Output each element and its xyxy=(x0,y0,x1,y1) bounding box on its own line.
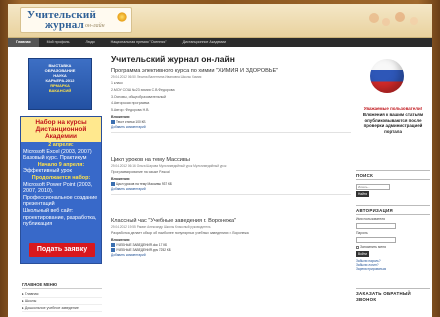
nav-item-3[interactable]: Национальная премия "Осенняя" xyxy=(103,38,175,47)
article-post: Классный час "Учебные заведения г. Ворон… xyxy=(111,218,351,258)
attachment-name: УЧЕБНЫЕ ЗАВЕДЕНИЯ.doc 17 КБ xyxy=(116,242,168,247)
academy-courses-banner[interactable]: Набор на курсы Дистанционной Академии 2 … xyxy=(20,116,102,264)
nav-item-1[interactable]: Мой профиль xyxy=(39,38,78,47)
academy-banner-line: 2 апреля: xyxy=(48,142,74,148)
academy-banner-heading: Набор на курсы Дистанционной Академии xyxy=(21,117,101,142)
logo-spark-icon xyxy=(117,12,127,22)
main-menu: ▸ Главная ▸ Школы ▸ Дошкольное учебное зав… xyxy=(22,291,102,312)
file-icon xyxy=(111,247,115,252)
academy-banner-line: Microsoft Excel (2003, 2007) Базовый кур… xyxy=(23,148,92,162)
add-comment-link[interactable]: Добавить комментарий xyxy=(111,187,351,192)
nav-item-0[interactable]: Главная xyxy=(8,38,39,47)
callback-title: ЗАКАЗАТЬ ОБРАТНЫЙ ЗВОНОК xyxy=(356,291,412,302)
russian-flag-ball-icon xyxy=(370,59,404,93)
header-flowers-decoration xyxy=(369,12,418,26)
remember-checkbox[interactable] xyxy=(356,245,359,249)
notice-box: Уважаемые пользователи! Вложения к вашим … xyxy=(356,106,430,135)
academy-banner-line: Продолжается набор: xyxy=(31,174,91,181)
main-nav: Главная Мой профиль Люди Национальная преми… xyxy=(8,38,432,47)
password-label: Пароль xyxy=(356,231,368,235)
attachment-name: Цикл уроков на тему Массивы 937 КБ xyxy=(116,181,172,186)
username-field[interactable] xyxy=(356,223,396,229)
main-menu-item[interactable]: ▸ Главная xyxy=(22,291,102,298)
nav-item-2[interactable]: Люди xyxy=(78,38,103,47)
main-menu-item[interactable]: ▸ Дошкольное учебное заведение xyxy=(22,305,102,312)
file-icon xyxy=(111,181,115,186)
search-button[interactable]: Найти xyxy=(356,191,370,197)
site-header: Учительский журнал он-лайн xyxy=(8,4,432,38)
search-input[interactable] xyxy=(356,184,390,190)
left-sidebar: ВЫСТАВКА ОБРАЗОВАНИЕ НАУКА КАРЬЕРА-2012 ЯРМА… xyxy=(20,54,102,314)
article-body-line: 3.Основы, общеобразовательный xyxy=(111,94,166,99)
academy-banner-line: Microsoft Power Point (2003, 2007, 2010)… xyxy=(23,181,98,208)
file-icon xyxy=(111,242,115,247)
post-divider xyxy=(111,193,351,195)
file-icon xyxy=(111,120,115,125)
apply-button[interactable]: Подать заявку xyxy=(29,243,95,257)
auth-divider xyxy=(356,205,430,206)
article-post: Цикл уроков на тему Массивы 29.04.2012 06… xyxy=(111,157,351,197)
article-title[interactable]: Классный час "Учебные заведения г. Ворон… xyxy=(111,218,351,225)
exhibition-banner-line: ВАКАНСИЙ xyxy=(48,88,72,93)
article-body-line: 5.Автор: Федорова Н.В. xyxy=(111,108,150,113)
attachment-name: УЧЕБНЫЕ ЗАВЕДЕНИЯ.pps 7252 КБ xyxy=(116,247,171,252)
site-logo[interactable]: Учительский журнал он-лайн xyxy=(20,7,132,33)
username-label: Имя пользователя xyxy=(356,217,386,221)
page-title: Учительский журнал он-лайн xyxy=(111,54,235,64)
password-field[interactable] xyxy=(356,237,396,243)
right-sidebar: Уважаемые пользователи! Вложения к вашим … xyxy=(356,54,432,314)
logo-line-2: журнал xyxy=(45,19,84,31)
post-divider xyxy=(111,131,351,133)
register-link[interactable]: Зарегистрироваться xyxy=(356,267,386,271)
main-menu-item-label: Дошкольное учебное заведение xyxy=(24,306,79,310)
main-menu-item[interactable]: ▸ Школы xyxy=(22,298,102,305)
article-title[interactable]: Цикл уроков на тему Массивы xyxy=(111,157,351,164)
article-body-line: 1 класс xyxy=(111,81,123,85)
main-menu-title: ГЛАВНОЕ МЕНЮ xyxy=(22,282,58,287)
article-body-line: Разработка делает обзор об наиболее попу… xyxy=(111,231,249,235)
page: Учительский журнал он-лайн Главная Мой пр… xyxy=(8,4,432,317)
article-post: Программа элективного курса по химии "ХИ… xyxy=(111,68,351,135)
search-divider xyxy=(356,170,430,171)
main-menu-item-label: Школы xyxy=(24,299,37,303)
add-comment-link[interactable]: Добавить комментарий xyxy=(111,125,351,130)
article-title[interactable]: Программа элективного курса по химии "ХИ… xyxy=(111,68,351,75)
main-menu-item-label: Главная xyxy=(24,292,39,296)
auth-title-divider xyxy=(356,214,430,215)
academy-banner-line: Эффективный урок xyxy=(23,168,72,175)
exhibition-banner[interactable]: ВЫСТАВКА ОБРАЗОВАНИЕ НАУКА КАРЬЕРА-2012 ЯРМА… xyxy=(28,58,92,110)
article-body-line: Программирование на языке Pascal xyxy=(111,170,170,174)
notice-text: Вложения к вашим статьям опубликовываютс… xyxy=(362,111,424,135)
login-button[interactable]: Войти xyxy=(356,251,369,257)
add-comment-link[interactable]: Добавить комментарий xyxy=(111,253,351,258)
academy-banner-line: Школьный веб сайт: проектирование, разра… xyxy=(23,207,97,228)
nav-item-4[interactable]: Дистанционное Академии xyxy=(175,38,235,47)
attachment-name: Текст статьи 100 КБ xyxy=(116,119,146,124)
auth-title: АВТОРИЗАЦИЯ xyxy=(356,208,393,213)
main-content: Учительский журнал он-лайн Программа эле… xyxy=(111,54,351,314)
remember-me[interactable]: Запомнить меня xyxy=(356,245,386,249)
remember-label: Запомнить меня xyxy=(360,245,386,249)
notice-text: Уважаемые пользователи! xyxy=(363,106,423,111)
search-title: ПОИСК xyxy=(356,173,374,178)
search-title-divider xyxy=(356,179,430,180)
main-menu-divider xyxy=(22,288,102,289)
callback-divider xyxy=(356,288,430,289)
logo-tagline: он-лайн xyxy=(85,23,105,29)
article-body-line: 2.МОУ СОШ №23 химия С.В.Федорова xyxy=(111,87,175,92)
article-body-line: 4.Авторская программа xyxy=(111,101,150,106)
